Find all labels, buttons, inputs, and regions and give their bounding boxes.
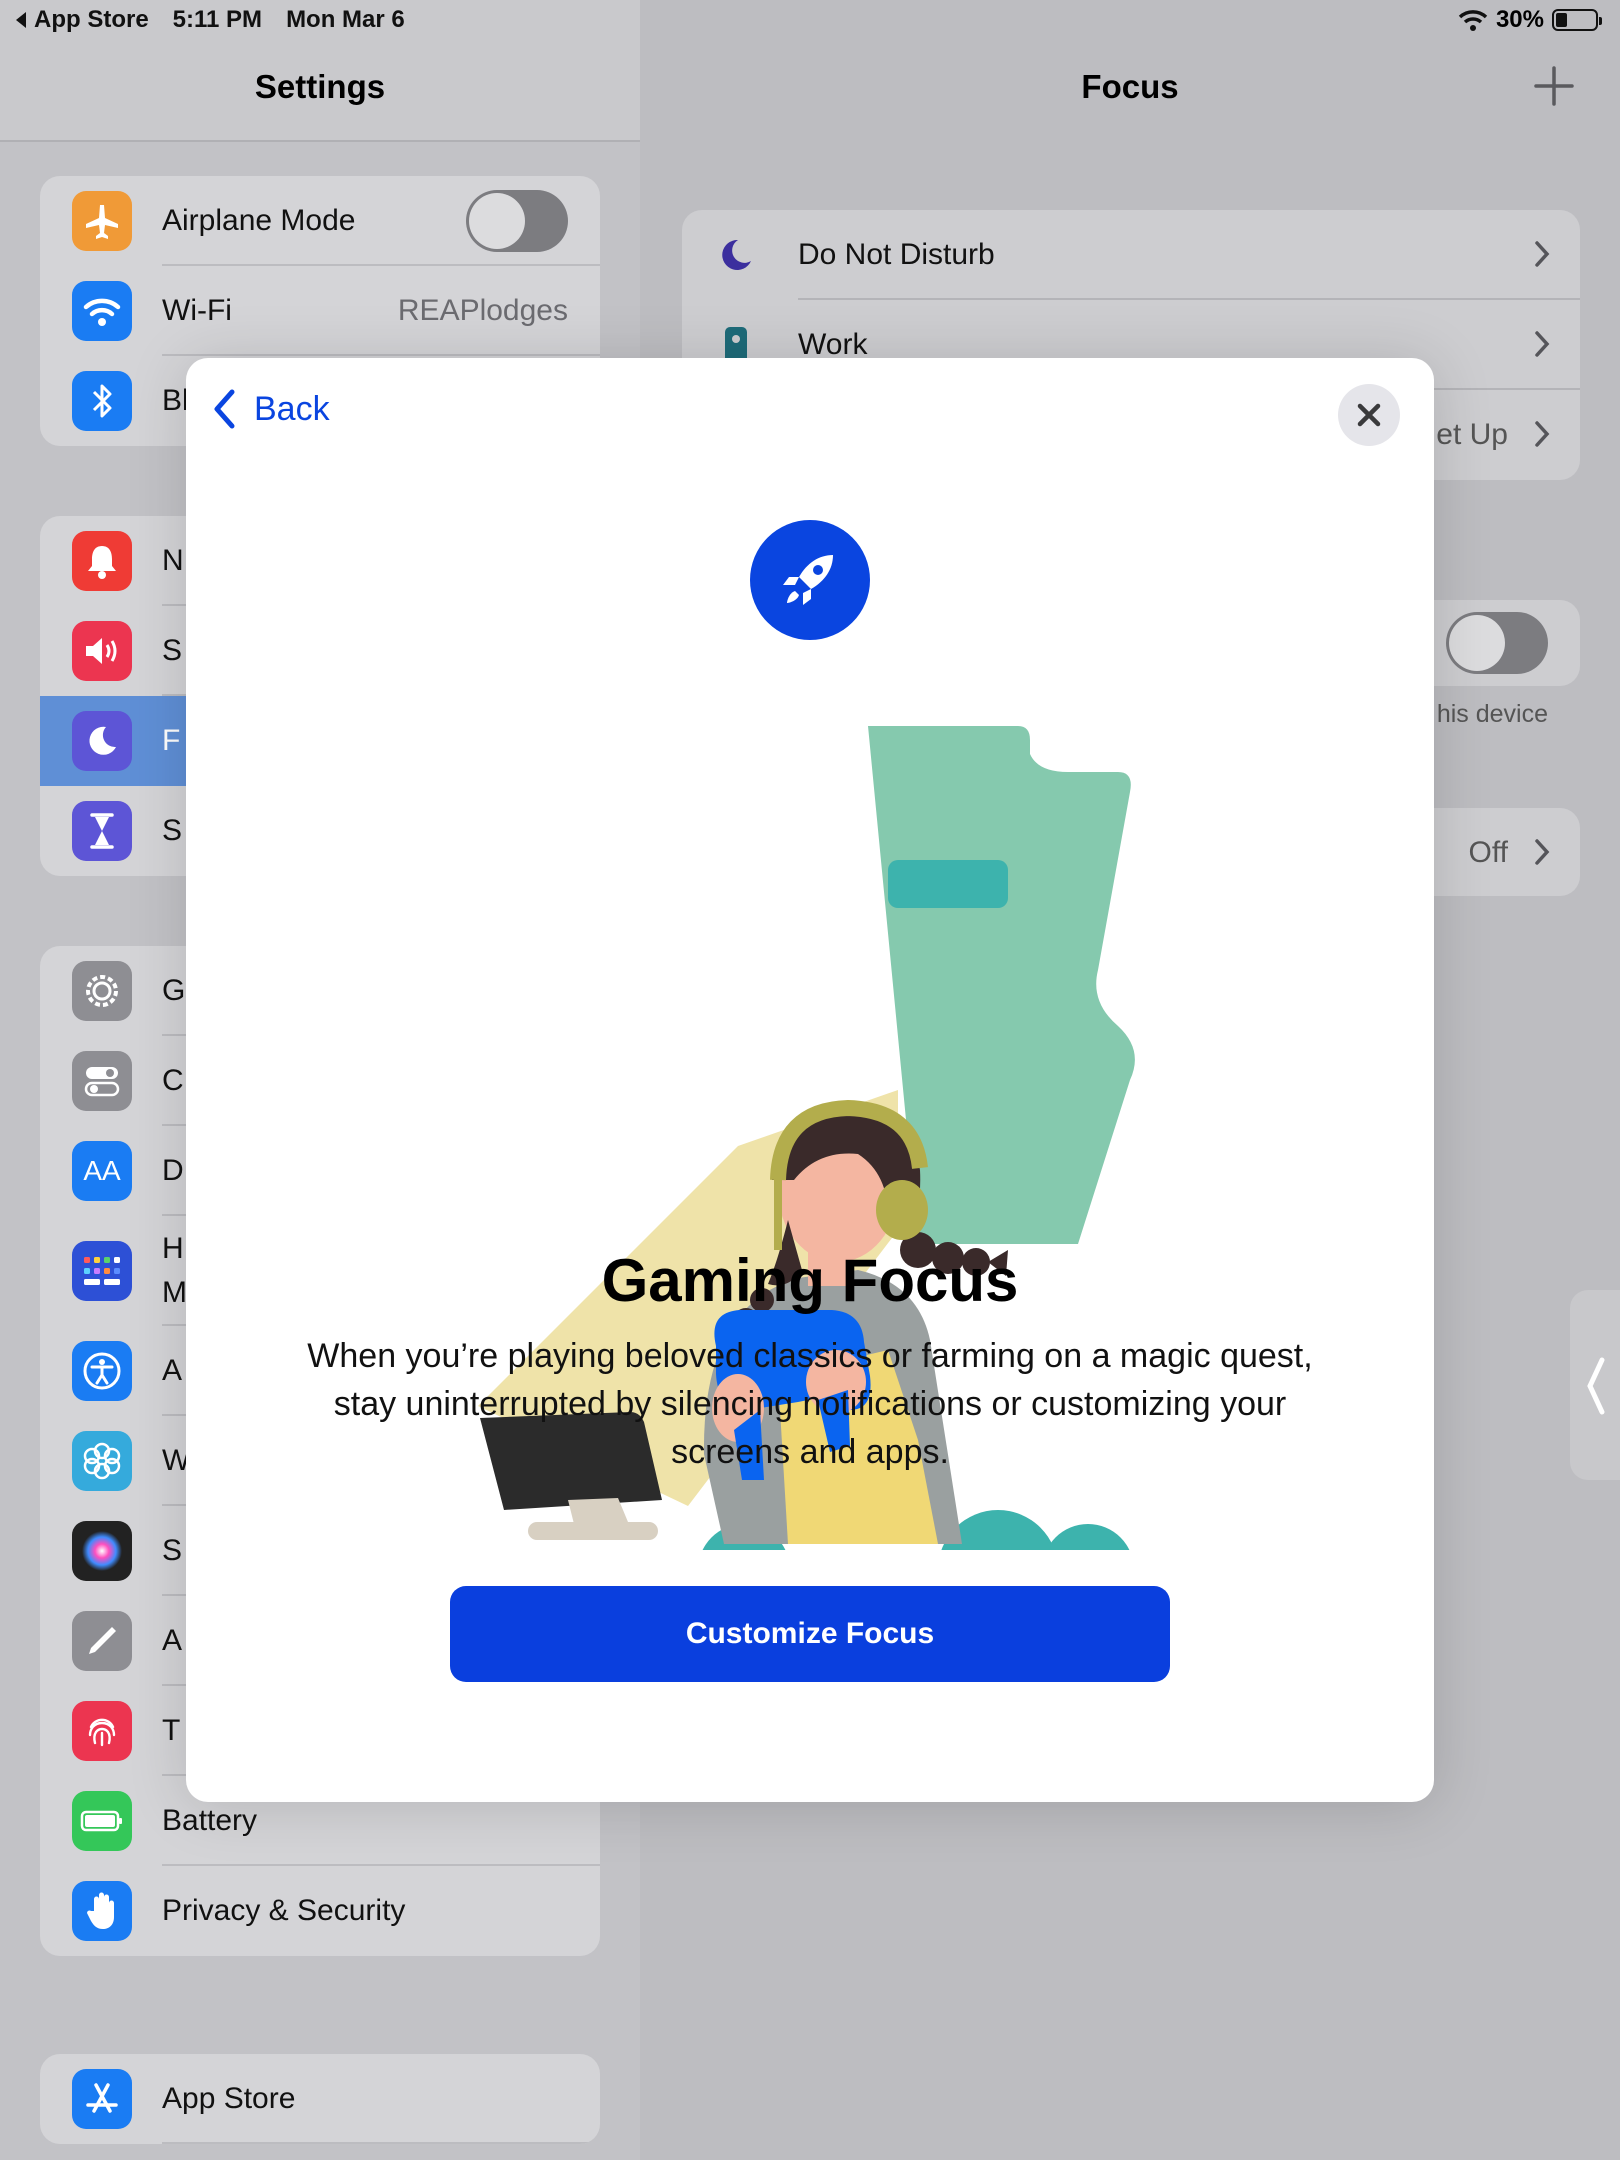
focus-description: When you’re playing beloved classics or …	[307, 1337, 1313, 1471]
customize-focus-button[interactable]: Customize Focus	[450, 1586, 1170, 1682]
settings-row-label: C	[162, 1064, 184, 1097]
home-screen-icon	[72, 1241, 132, 1301]
close-icon	[1357, 403, 1381, 427]
focus-row-label: Work	[798, 328, 868, 361]
airplane-mode-toggle[interactable]	[466, 190, 568, 252]
settings-title: Settings	[254, 68, 386, 105]
battery-icon	[72, 1791, 132, 1851]
focus-title: Focus	[1081, 68, 1179, 105]
settings-group-store: App Store	[40, 2054, 600, 2144]
settings-row-label: D	[162, 1154, 184, 1187]
focus-row-do-not-disturb[interactable]: Do Not Disturb	[682, 210, 1580, 300]
control-center-icon	[72, 1051, 132, 1111]
back-triangle-icon	[16, 12, 26, 28]
accessibility-icon	[72, 1341, 132, 1401]
settings-row-app-store[interactable]: App Store	[40, 2054, 600, 2144]
focus-row-label: Do Not Disturb	[798, 238, 995, 271]
settings-row-label-stack: H M	[162, 1227, 187, 1315]
rocket-icon	[750, 520, 870, 640]
settings-row-wifi[interactable]: Wi-Fi REAPlodges	[40, 266, 600, 356]
settings-row-label: F	[162, 724, 181, 757]
settings-row-label: Privacy & Security	[162, 1894, 406, 1927]
settings-row-privacy[interactable]: Privacy & Security	[40, 1866, 600, 1956]
app-store-icon	[72, 2069, 132, 2129]
settings-row-label: A	[162, 1354, 183, 1387]
chevron-left-icon	[214, 389, 235, 429]
airplane-icon	[72, 191, 132, 251]
share-across-devices-toggle[interactable]	[1446, 612, 1548, 674]
display-aa-icon: AA	[72, 1141, 132, 1201]
touch-id-icon	[72, 1701, 132, 1761]
settings-row-airplane-mode[interactable]: Airplane Mode	[40, 176, 600, 266]
time: 5:11 PM	[172, 6, 263, 33]
focus-title-heading: Gaming Focus	[601, 1247, 1019, 1314]
settings-row-label: Bl	[162, 384, 189, 417]
pencil-icon	[72, 1611, 132, 1671]
focus-row-label: et Up	[1436, 418, 1508, 451]
settings-row-label: S	[162, 814, 183, 847]
back-button[interactable]: Back	[212, 388, 330, 430]
date: Mon Mar 6	[286, 6, 405, 33]
settings-row-label: S	[162, 1534, 183, 1567]
back-app-label: App Store	[34, 6, 149, 33]
settings-row-label: Wi-Fi	[162, 294, 232, 327]
settings-row-label: Airplane Mode	[162, 204, 356, 237]
siri-icon	[72, 1521, 132, 1581]
settings-row-label: A	[162, 1624, 183, 1657]
settings-row-label-second-line: M	[162, 1276, 187, 1309]
slide-over-handle[interactable]	[1570, 1290, 1620, 1480]
chevron-right-icon	[1535, 241, 1550, 267]
add-focus-plus-icon[interactable]	[1532, 64, 1576, 108]
chevron-right-icon	[1535, 421, 1550, 447]
wifi-status-icon	[1458, 10, 1488, 31]
wifi-network-value: REAPlodges	[397, 294, 568, 327]
notifications-icon	[72, 531, 132, 591]
gaming-focus-sheet: Back Gaming Focus When you’re playing be…	[186, 358, 1434, 1802]
bluetooth-icon	[72, 371, 132, 431]
settings-row-label: Battery	[162, 1804, 258, 1837]
wallpaper-icon	[72, 1431, 132, 1491]
settings-row-label: T	[162, 1714, 181, 1747]
settings-row-label: App Store	[162, 2082, 296, 2115]
close-button[interactable]	[1338, 384, 1400, 446]
general-gear-icon	[72, 961, 132, 1021]
settings-row-label: S	[162, 634, 183, 667]
focus-status-value: Off	[1468, 836, 1508, 869]
screen-time-icon	[72, 801, 132, 861]
privacy-hand-icon	[72, 1881, 132, 1941]
back-button-label: Back	[254, 389, 330, 428]
chevron-right-icon	[1535, 839, 1550, 865]
battery-status-icon	[1552, 9, 1602, 31]
sounds-icon	[72, 621, 132, 681]
settings-row-label: N	[162, 544, 184, 577]
back-to-app-link[interactable]: App Store	[14, 6, 149, 34]
chevron-right-icon	[1535, 331, 1550, 357]
chevron-left-icon	[1587, 1357, 1605, 1415]
settings-row-label: G	[162, 974, 186, 1007]
status-bar: App Store 5:11 PM Mon Mar 6 30%	[0, 0, 1620, 40]
battery-percent: 30%	[1495, 6, 1544, 33]
moon-icon	[714, 237, 758, 273]
wifi-icon	[72, 281, 132, 341]
focus-moon-icon	[72, 711, 132, 771]
settings-row-label: H	[162, 1232, 184, 1265]
